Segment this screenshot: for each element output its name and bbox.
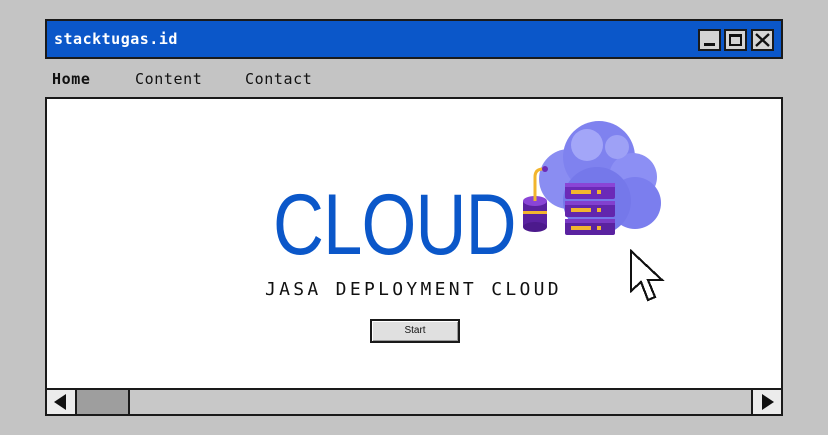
minimize-button[interactable] bbox=[698, 29, 721, 51]
menu-item-home[interactable]: Home bbox=[52, 70, 91, 88]
horizontal-scrollbar[interactable] bbox=[45, 388, 783, 416]
content-area: CLOUD JASA DEPLOYMENT CLOUD Start bbox=[45, 97, 783, 389]
triangle-left-icon bbox=[54, 394, 66, 410]
maximize-icon bbox=[729, 34, 742, 46]
mouse-cursor-icon bbox=[629, 249, 665, 302]
menu-item-contact[interactable]: Contact bbox=[245, 70, 312, 88]
window-title: stacktugas.id bbox=[54, 30, 178, 48]
minimize-icon bbox=[704, 43, 715, 46]
app-window: stacktugas.id Home Content Contact CLOUD bbox=[45, 19, 783, 416]
start-button[interactable]: Start bbox=[370, 319, 460, 343]
cloud-icon bbox=[539, 121, 661, 235]
hero-subtitle: JASA DEPLOYMENT CLOUD bbox=[265, 279, 562, 300]
scroll-right-button[interactable] bbox=[751, 390, 781, 414]
server-icon bbox=[565, 183, 615, 235]
cloud-server-illustration bbox=[523, 121, 661, 235]
menu-item-content[interactable]: Content bbox=[135, 70, 202, 88]
maximize-button[interactable] bbox=[724, 29, 747, 51]
scroll-thumb[interactable] bbox=[77, 390, 130, 414]
menu-bar: Home Content Contact bbox=[45, 68, 783, 90]
triangle-right-icon bbox=[762, 394, 774, 410]
hero-title: CLOUD bbox=[273, 177, 517, 273]
title-bar[interactable]: stacktugas.id bbox=[45, 19, 783, 59]
close-button[interactable] bbox=[751, 29, 774, 51]
close-icon bbox=[755, 33, 770, 47]
scroll-left-button[interactable] bbox=[47, 390, 77, 414]
